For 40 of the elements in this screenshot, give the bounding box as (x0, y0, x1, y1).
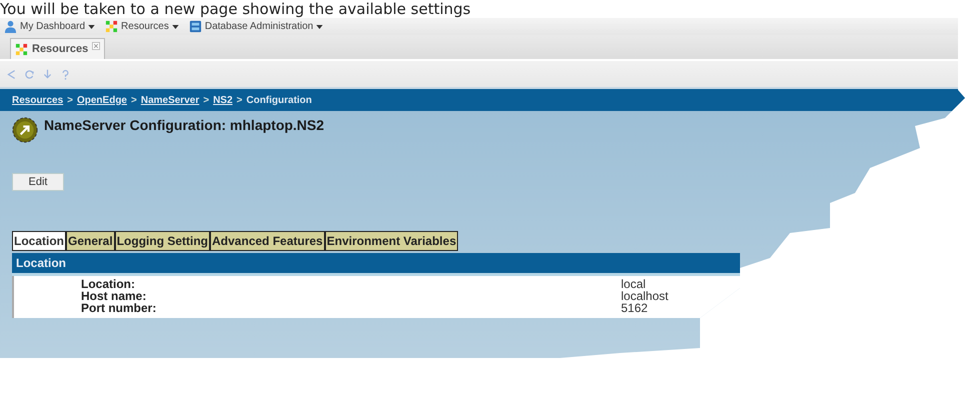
breadcrumb-link[interactable]: Resources (12, 94, 64, 106)
field-label: Host name: (81, 290, 148, 302)
menu-item[interactable]: Database Administration (188, 20, 324, 33)
close-icon[interactable] (92, 42, 100, 50)
section-tab[interactable]: General (66, 231, 115, 251)
caret-icon (172, 24, 179, 28)
field-label: Port number: (81, 302, 158, 314)
tab[interactable]: Resources (10, 38, 106, 59)
section-header: Location (12, 253, 740, 276)
breadcrumb-link[interactable]: OpenEdge (76, 94, 127, 106)
back-icon[interactable] (6, 68, 17, 80)
section-tab[interactable]: Environment Variables (324, 231, 458, 251)
edit-button[interactable]: Edit (12, 173, 64, 191)
down-arrow-icon[interactable] (42, 68, 53, 80)
database-icon (188, 20, 202, 33)
caret-icon (88, 24, 96, 28)
breadcrumb-separator: > (67, 94, 73, 106)
document-caption: You will be taken to a new page showing the available settings (0, 0, 472, 18)
refresh-icon[interactable] (24, 68, 35, 80)
field-label: Location: (81, 278, 136, 290)
dots-icon (15, 42, 28, 56)
field-value: 5162 (621, 302, 648, 314)
dots-icon (105, 20, 118, 33)
section-tab[interactable]: Location (12, 231, 66, 251)
help-icon[interactable] (60, 68, 71, 80)
breadcrumb-separator: > (203, 94, 210, 106)
breadcrumb-link[interactable]: NS2 (213, 94, 233, 106)
breadcrumb-current: Configuration (246, 94, 312, 106)
menu-item[interactable]: Resources (105, 20, 179, 33)
caret-icon (316, 24, 324, 28)
page-title: NameServer Configuration: mhlaptop.NS2 (44, 117, 324, 133)
menu-item[interactable]: My Dashboard (4, 20, 96, 33)
field-value: local (621, 278, 646, 290)
section-tab[interactable]: Advanced Features (210, 231, 325, 251)
breadcrumb-link[interactable]: NameServer (140, 94, 200, 106)
breadcrumb-separator: > (131, 94, 137, 106)
breadcrumb-separator: > (236, 94, 242, 106)
field-value: localhost (621, 290, 668, 302)
person-icon (4, 20, 17, 33)
section-tab[interactable]: Logging Setting (114, 231, 210, 251)
